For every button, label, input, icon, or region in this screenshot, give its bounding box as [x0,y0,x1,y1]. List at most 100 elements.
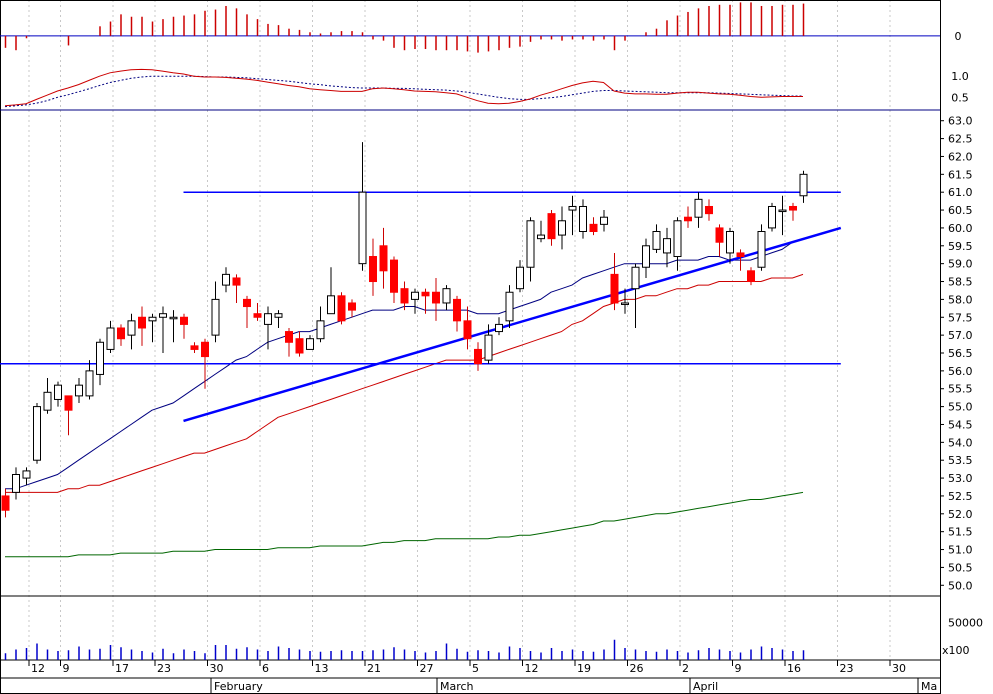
candle-body [106,327,115,350]
candle-body [253,313,262,318]
candle-body [148,316,157,322]
candle-body [453,298,461,322]
candle-body [358,191,367,265]
x-tick-label: 17 [115,662,129,675]
candle-body [495,323,503,333]
candle-body [474,348,482,365]
candle-body [96,341,104,375]
candle-body [558,220,566,236]
candle-body [54,384,62,400]
candle-body [159,313,167,318]
x-tick-label: 27 [420,662,434,675]
candle-body [484,334,493,361]
axes: 12 9 17 23 30 6 13 21 27 5 12 19 26 2 9 16 23 30 February M… [28,30,983,694]
month-label: March [440,680,474,693]
x-tick-label: 9 [735,662,742,675]
candle-body [432,291,440,304]
price-tick-label: 58.0 [948,293,973,306]
x-tick-label: 30 [210,662,224,675]
candle-body [190,345,199,350]
candle-body [337,295,346,322]
candle-body [526,220,535,268]
candle-body [600,216,608,225]
price-tick-label: 56.0 [948,365,973,378]
price-tick-label: 57.0 [948,329,973,342]
panel-borders [0,0,941,694]
price-tick-label: 53.0 [948,472,973,485]
x-tick-label: 21 [367,662,381,675]
candle-body [778,209,787,213]
price-tick-label: 54.5 [948,418,973,431]
candle-body [390,259,398,293]
candle-body [736,252,745,258]
x-tick-label: 23 [157,662,171,675]
x-tick-label: 26 [630,662,644,675]
candle-body [610,273,619,304]
x-tick-label: 13 [315,662,329,675]
x-tick-label: 6 [262,662,269,675]
candle-body [537,234,545,240]
candle-body [64,395,73,411]
x-tick-label: 12 [31,662,45,675]
x-tick-label: 9 [63,662,70,675]
candle-body [505,291,514,322]
x-tick-label: 16 [787,662,801,675]
price-tick-label: 59.0 [948,258,973,271]
candle-body [201,341,209,358]
price-tick-label: 62.5 [948,133,973,146]
month-label: April [693,680,718,693]
x-tick-label: 2 [682,662,689,675]
candle-body [295,338,304,354]
candle-body [747,270,755,283]
macd-line [4,68,803,107]
candle-body [663,238,671,254]
candle-body [316,320,325,340]
x-tick-label: 12 [525,662,539,675]
x-tick-label: 23 [840,662,854,675]
price-tick-label: 55.0 [948,401,973,414]
candle-body [694,198,703,218]
candle-body [789,205,797,211]
candle-body [400,288,409,304]
candle-body [1,495,10,511]
macd-lines [4,68,803,108]
price-tick-label: 58.5 [948,276,973,289]
candle-body [516,266,524,290]
macd-tick-label: 1.0 [951,70,969,83]
price-panel [0,142,842,558]
candle-body [127,320,136,336]
candle-body [463,320,472,340]
price-tick-label: 60.0 [948,222,973,235]
candle-body [589,223,598,232]
price-tick-label: 51.0 [948,544,973,557]
x-tick-label: 19 [577,662,591,675]
price-tick-label: 53.5 [948,454,973,467]
macd-signal-line [4,75,803,108]
candle-body [274,313,283,318]
price-tick-label: 57.5 [948,311,973,324]
candle-body [264,313,272,325]
histogram-tick-label: 0 [955,30,962,43]
candle-body [285,331,293,343]
volume-bars [4,639,805,660]
candle-body [547,213,556,240]
candle-body [799,173,808,197]
candle-body [768,205,776,229]
candle-body [621,302,629,305]
volume-tick-label: 50000 [948,617,983,630]
price-tick-label: 50.0 [948,579,973,592]
candle-body [369,256,377,283]
candle-body [631,266,640,290]
price-tick-label: 54.0 [948,436,973,449]
volume-unit-label: x100 [942,644,970,657]
price-tick-label: 61.5 [948,168,973,181]
candle-body [33,406,41,461]
candle-body [222,273,230,286]
candle-body [348,302,356,311]
candle-body [169,316,178,320]
candle-body [232,277,241,286]
price-tick-label: 55.5 [948,383,973,396]
price-tick-label: 63.0 [948,115,973,128]
candle-body [579,205,587,232]
vertical-gridlines [28,0,891,660]
